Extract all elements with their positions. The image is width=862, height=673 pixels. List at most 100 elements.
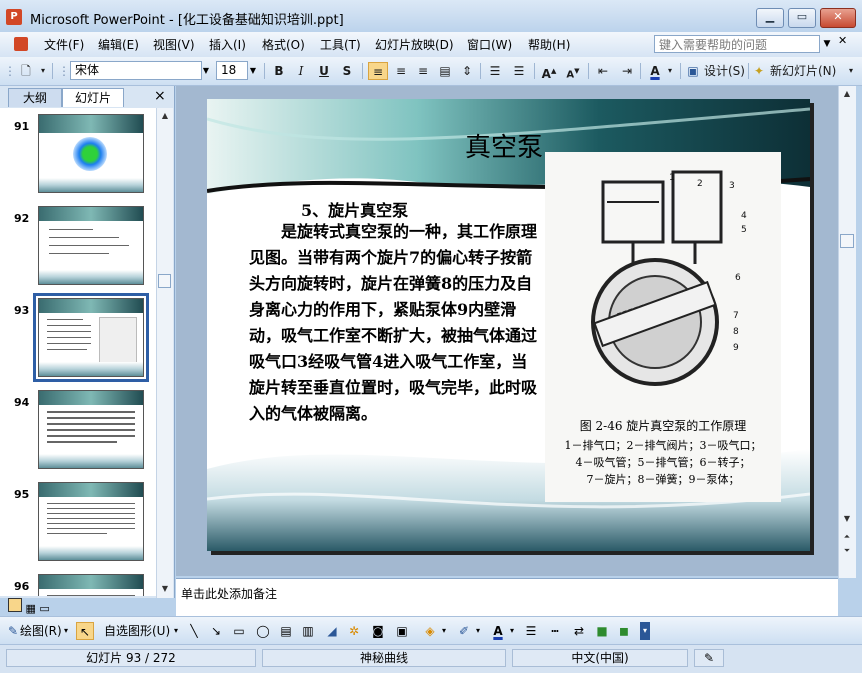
3d-style-icon[interactable]: ◼ — [616, 622, 632, 640]
arrow-style-icon[interactable]: ⇄ — [570, 622, 588, 640]
line-style-icon[interactable]: ☰ — [522, 622, 540, 640]
slide-thumbnail[interactable] — [38, 390, 144, 469]
font-size-combo[interactable]: 18 — [216, 61, 248, 80]
maximize-button[interactable]: ▭ — [788, 8, 816, 28]
slide-thumbnail[interactable] — [38, 114, 144, 193]
select-objects-icon[interactable]: ↖ — [76, 622, 94, 640]
underline-button[interactable]: U — [315, 62, 333, 80]
new-slide-icon[interactable]: ✦ — [752, 62, 766, 80]
toolbar-options-icon[interactable]: ▾ — [640, 622, 650, 640]
toolbar-grip-icon[interactable]: ⋮ — [58, 62, 70, 80]
document-close-icon[interactable]: ✕ — [838, 35, 847, 46]
toolbar-options-icon[interactable]: ▾ — [846, 62, 856, 80]
pump-diagram-image[interactable]: 1 2 3 4 5 6 7 8 9 图 2-46 旋片真空泵的工作原理 1－排气… — [545, 152, 781, 502]
diagram-icon[interactable]: ✲ — [346, 622, 362, 640]
vertical-textbox-icon[interactable]: ▥ — [300, 622, 316, 640]
slide-body-text[interactable]: 是旋转式真空泵的一种，其工作原理见图。当带有两个旋片7的偏心转子按箭头方向旋转时… — [249, 219, 543, 427]
design-icon[interactable]: ▣ — [686, 62, 700, 80]
notes-pane[interactable]: 单击此处添加备注 — [176, 578, 838, 616]
wordart-icon[interactable]: ◢ — [324, 622, 340, 640]
scrollbar-thumb[interactable] — [158, 274, 171, 288]
clipart-icon[interactable]: ◙ — [370, 622, 386, 640]
textbox-icon[interactable]: ▤ — [278, 622, 294, 640]
slide-thumbnail[interactable] — [38, 206, 144, 285]
new-document-icon[interactable]: 🗋 — [16, 62, 36, 80]
slideshow-icon[interactable]: ▭ — [39, 602, 49, 615]
draw-icon[interactable]: ✎ — [6, 622, 20, 640]
bold-button[interactable]: B — [270, 62, 288, 80]
fill-color-icon[interactable]: ◈ — [422, 622, 438, 640]
autoshapes-button[interactable]: 自选图形(U) — [104, 622, 170, 640]
menu-insert[interactable]: 插入(I) — [209, 36, 246, 53]
increase-indent-icon[interactable]: ⇥ — [618, 62, 636, 80]
panel-close-icon[interactable]: × — [154, 88, 166, 104]
distribute-icon[interactable]: ▤ — [436, 62, 454, 80]
slide-thumbnail-selected[interactable] — [33, 293, 149, 382]
align-right-icon[interactable]: ≡ — [414, 62, 432, 80]
slide-thumbnail[interactable] — [38, 482, 144, 561]
thumbnail-scrollbar[interactable]: ▲ ▼ — [156, 108, 173, 598]
slide-subtitle[interactable]: 5、旋片真空泵 — [301, 197, 408, 221]
new-slide-button[interactable]: 新幻灯片(N) — [770, 62, 836, 80]
increase-font-icon[interactable]: A▲ — [540, 62, 558, 81]
picture-icon[interactable]: ▣ — [394, 622, 410, 640]
decrease-font-icon[interactable]: A▼ — [564, 62, 582, 80]
menu-slideshow[interactable]: 幻灯片放映(D) — [375, 36, 454, 53]
italic-button[interactable]: I — [292, 62, 310, 80]
menu-edit[interactable]: 编辑(E) — [98, 36, 139, 53]
normal-view-icon[interactable] — [8, 598, 22, 612]
menu-file[interactable]: 文件(F) — [44, 36, 84, 53]
slide-scrollbar[interactable]: ▲ ▼ ⏶ ⏷ — [838, 86, 856, 578]
font-color-button[interactable]: A — [646, 62, 664, 80]
slide-title[interactable]: 真空泵 — [465, 127, 543, 164]
align-left-icon[interactable]: ≡ — [368, 62, 388, 80]
document-icon[interactable] — [14, 37, 28, 51]
decrease-indent-icon[interactable]: ⇤ — [594, 62, 612, 80]
draw-menu-button[interactable]: 绘图(R) — [20, 622, 62, 640]
font-color-dropdown-icon[interactable]: ▾ — [508, 622, 516, 640]
scrollbar-thumb[interactable] — [840, 234, 854, 248]
more-buttons-icon[interactable]: ▾ — [38, 62, 48, 80]
powerpoint-icon[interactable]: P — [6, 9, 22, 25]
text-direction-icon[interactable]: ⇕ — [458, 62, 476, 80]
draw-dropdown-icon[interactable]: ▾ — [62, 622, 70, 640]
shadow-style-icon[interactable]: ■ — [594, 622, 610, 640]
scroll-down-icon[interactable]: ▼ — [840, 512, 854, 526]
notes-placeholder[interactable]: 单击此处添加备注 — [181, 585, 277, 602]
line-color-icon[interactable]: ✐ — [456, 622, 472, 640]
arrow-icon[interactable]: ↘ — [208, 622, 224, 640]
menu-format[interactable]: 格式(O) — [262, 36, 305, 53]
toolbar-grip-icon[interactable]: ⋮ — [4, 62, 16, 80]
fill-color-dropdown-icon[interactable]: ▾ — [440, 622, 448, 640]
oval-icon[interactable]: ◯ — [254, 622, 272, 640]
close-button[interactable]: ✕ — [820, 8, 856, 28]
design-button[interactable]: 设计(S) — [704, 62, 745, 80]
dash-style-icon[interactable]: ┅ — [546, 622, 564, 640]
slide-sorter-icon[interactable]: ▦ — [26, 602, 36, 615]
numbering-icon[interactable]: ☰ — [486, 62, 504, 80]
help-search-input[interactable]: 键入需要帮助的问题 — [654, 35, 820, 53]
scroll-down-icon[interactable]: ▼ — [158, 582, 172, 596]
scroll-up-icon[interactable]: ▲ — [158, 109, 172, 123]
next-slide-icon[interactable]: ⏷ — [840, 544, 854, 558]
help-dropdown-icon[interactable]: ▼ — [821, 35, 833, 53]
menu-tools[interactable]: 工具(T) — [320, 36, 361, 53]
previous-slide-icon[interactable]: ⏶ — [840, 530, 854, 544]
font-color-dropdown-icon[interactable]: ▾ — [665, 62, 675, 80]
rectangle-icon[interactable]: ▭ — [230, 622, 248, 640]
line-color-dropdown-icon[interactable]: ▾ — [474, 622, 482, 640]
slide-canvas[interactable]: 真空泵 5、旋片真空泵 是旋转式真空泵的一种，其工作原理见图。当带有两个旋片7的… — [207, 99, 810, 551]
tab-slides[interactable]: 幻灯片 — [62, 88, 124, 107]
menu-help[interactable]: 帮助(H) — [528, 36, 570, 53]
size-dropdown-icon[interactable]: ▼ — [246, 61, 260, 80]
line-icon[interactable]: ╲ — [186, 622, 202, 640]
menu-view[interactable]: 视图(V) — [153, 36, 195, 53]
scroll-up-icon[interactable]: ▲ — [840, 87, 854, 101]
tab-outline[interactable]: 大纲 — [8, 88, 62, 107]
minimize-button[interactable]: ▁ — [756, 8, 784, 28]
bullets-icon[interactable]: ☰ — [510, 62, 528, 80]
font-color-icon[interactable]: A — [490, 622, 506, 640]
align-center-icon[interactable]: ≡ — [392, 62, 410, 80]
font-name-combo[interactable]: 宋体 — [70, 61, 202, 80]
slide-thumbnail[interactable] — [38, 574, 144, 596]
